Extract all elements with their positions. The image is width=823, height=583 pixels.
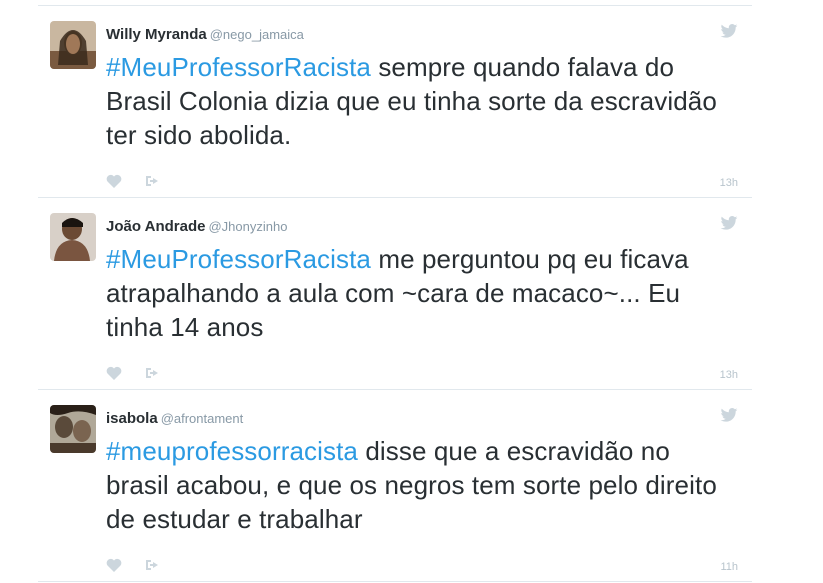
user-name[interactable]: isabola bbox=[106, 410, 158, 427]
user-handle[interactable]: @afrontament bbox=[161, 411, 244, 426]
tweet-header: isabola @afrontament bbox=[106, 410, 243, 427]
tweet-text: #MeuProfessorRacista me perguntou pq eu … bbox=[106, 242, 726, 344]
twitter-bird-icon[interactable] bbox=[720, 216, 738, 230]
hashtag-link[interactable]: #MeuProfessorRacista bbox=[106, 244, 371, 274]
twitter-bird-icon[interactable] bbox=[720, 408, 738, 422]
timestamp[interactable]: 13h bbox=[720, 177, 738, 189]
timeline: Willy Myranda @nego_jamaica #MeuProfessor… bbox=[38, 0, 752, 582]
timestamp[interactable]: 13h bbox=[720, 369, 738, 381]
twitter-bird-icon[interactable] bbox=[720, 24, 738, 38]
tweet-actions bbox=[106, 174, 160, 188]
user-handle[interactable]: @nego_jamaica bbox=[210, 27, 304, 42]
user-name[interactable]: Willy Myranda bbox=[106, 26, 207, 43]
hashtag-link[interactable]: #meuprofessorracista bbox=[106, 436, 358, 466]
tweet-header: Willy Myranda @nego_jamaica bbox=[106, 26, 304, 43]
tweet-actions bbox=[106, 366, 160, 380]
heart-icon[interactable] bbox=[106, 366, 122, 380]
user-handle[interactable]: @Jhonyzinho bbox=[208, 219, 287, 234]
heart-icon[interactable] bbox=[106, 174, 122, 188]
user-name[interactable]: João Andrade bbox=[106, 218, 205, 235]
divider bbox=[38, 581, 752, 582]
tweet[interactable]: Willy Myranda @nego_jamaica #MeuProfessor… bbox=[38, 6, 752, 197]
tweet-actions bbox=[106, 558, 160, 572]
timestamp[interactable]: 11h bbox=[720, 561, 738, 573]
tweet[interactable]: isabola @afrontament #meuprofessorracista… bbox=[38, 390, 752, 581]
share-icon[interactable] bbox=[144, 174, 160, 188]
share-icon[interactable] bbox=[144, 366, 160, 380]
tweet-header: João Andrade @Jhonyzinho bbox=[106, 218, 287, 235]
share-icon[interactable] bbox=[144, 558, 160, 572]
avatar[interactable] bbox=[50, 213, 96, 261]
avatar[interactable] bbox=[50, 405, 96, 453]
tweet-text: #MeuProfessorRacista sempre quando falav… bbox=[106, 50, 726, 152]
tweet[interactable]: João Andrade @Jhonyzinho #MeuProfessorRac… bbox=[38, 198, 752, 389]
avatar[interactable] bbox=[50, 21, 96, 69]
tweet-text: #meuprofessorracista disse que a escravi… bbox=[106, 434, 726, 536]
hashtag-link[interactable]: #MeuProfessorRacista bbox=[106, 52, 371, 82]
heart-icon[interactable] bbox=[106, 558, 122, 572]
